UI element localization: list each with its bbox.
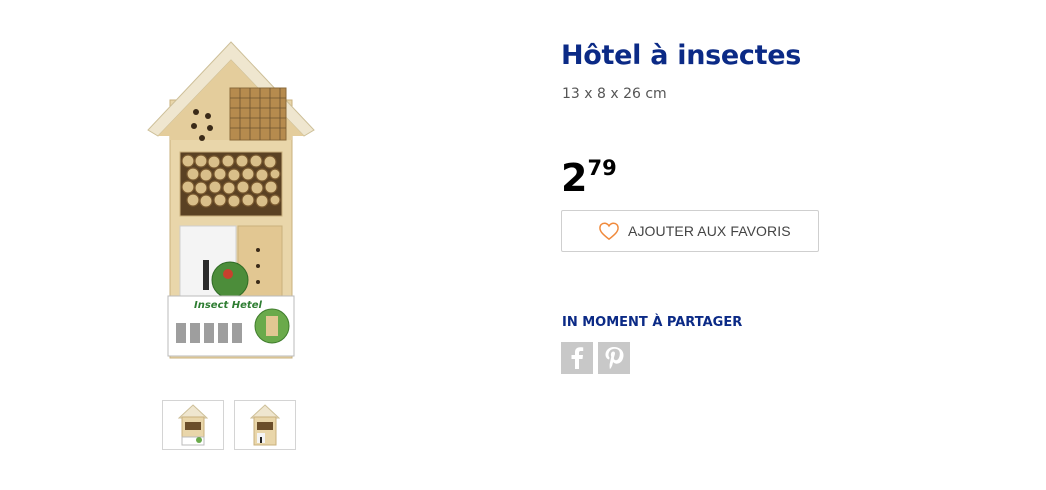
social-share-buttons: [561, 342, 630, 374]
facebook-icon: [571, 347, 584, 369]
favorite-label: AJOUTER AUX FAVORIS: [628, 223, 791, 239]
insect-hotel-illustration: Insect Hetel: [147, 41, 315, 359]
pinterest-icon: [605, 347, 624, 369]
thumbnail-product-unpacked[interactable]: [234, 400, 296, 450]
price-cents: 79: [587, 156, 617, 180]
thumbnail-product-front[interactable]: [162, 400, 224, 450]
share-heading: IN MOMENT À PARTAGER: [562, 315, 743, 330]
package-label: Insect Hetel: [194, 300, 262, 311]
price-integer: 2: [561, 156, 587, 200]
thumbnail-image: [178, 404, 208, 446]
product-title: Hôtel à insectes: [561, 40, 801, 71]
thumbnail-image: [250, 404, 280, 446]
product-dimensions: 13 x 8 x 26 cm: [562, 86, 667, 102]
add-to-favorites-button[interactable]: AJOUTER AUX FAVORIS: [561, 210, 819, 252]
heart-outline-icon: [598, 221, 620, 241]
pinterest-share-button[interactable]: [598, 342, 630, 374]
product-price: 279: [561, 156, 617, 200]
thumbnail-strip: [162, 400, 296, 450]
facebook-share-button[interactable]: [561, 342, 593, 374]
product-main-image[interactable]: Insect Hetel: [146, 40, 316, 360]
